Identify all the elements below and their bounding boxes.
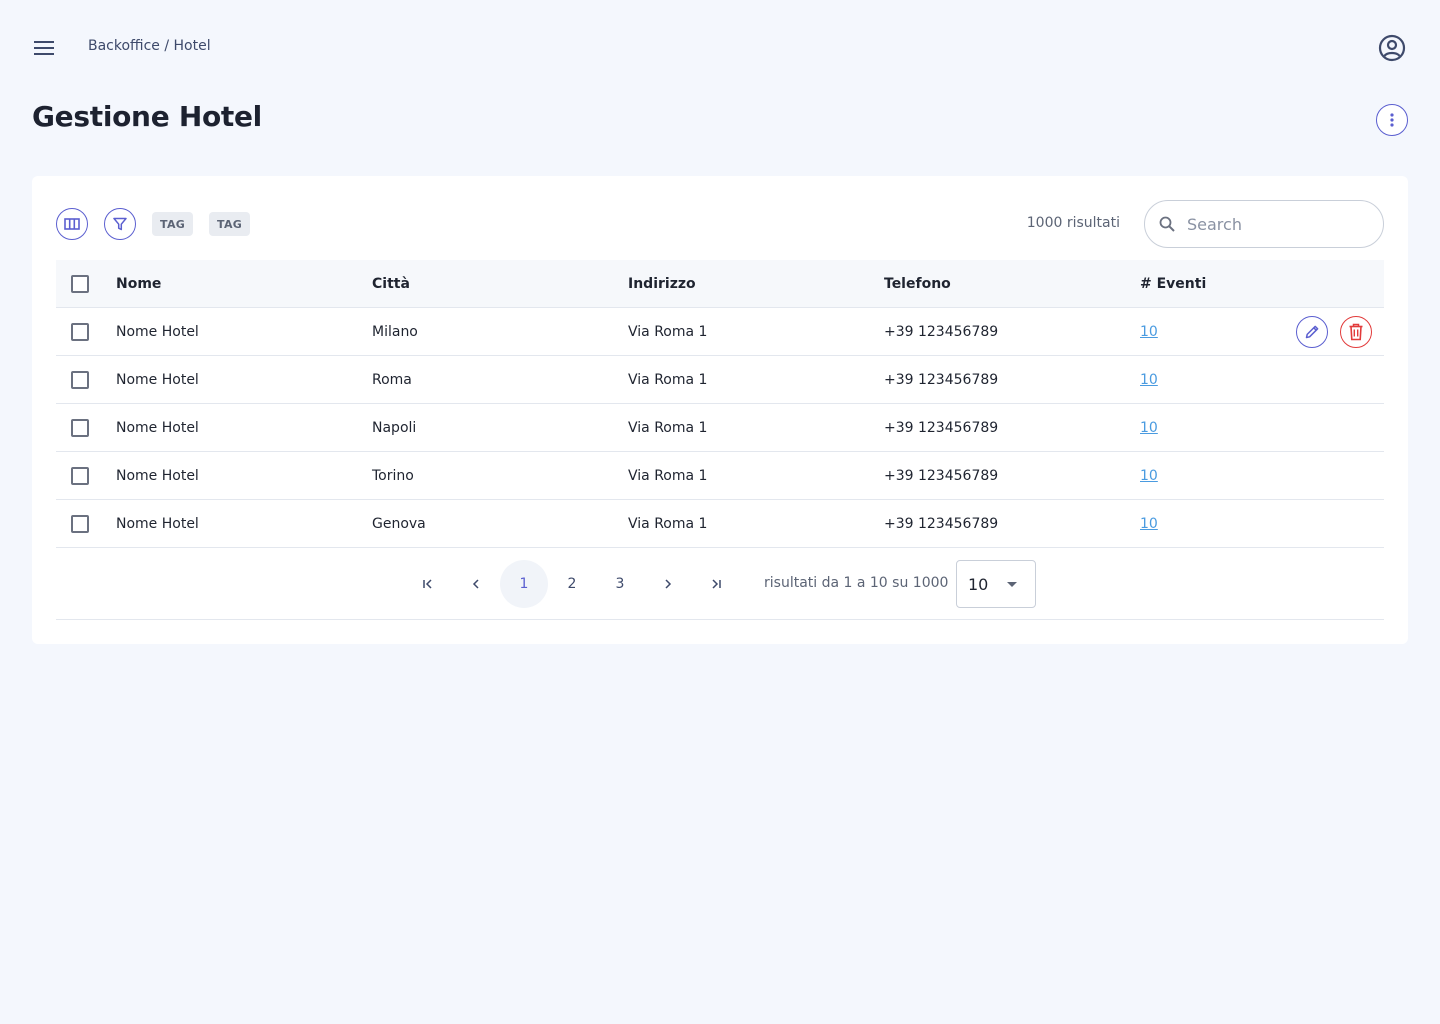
table-header: Nome Città Indirizzo Telefono # Eventi bbox=[56, 260, 1384, 308]
filter-button[interactable] bbox=[104, 208, 136, 240]
row-checkbox[interactable] bbox=[71, 419, 89, 437]
hotel-table: Nome Città Indirizzo Telefono # Eventi N… bbox=[56, 260, 1384, 548]
table-row[interactable]: Nome Hotel Roma Via Roma 1 +39 123456789… bbox=[56, 356, 1384, 404]
search-input[interactable] bbox=[1187, 214, 1357, 234]
more-vertical-icon bbox=[1390, 113, 1394, 127]
table-row[interactable]: Nome Hotel Torino Via Roma 1 +39 1234567… bbox=[56, 452, 1384, 500]
account-circle-icon bbox=[1378, 34, 1406, 62]
hotel-address: Via Roma 1 bbox=[628, 516, 708, 532]
menu-icon bbox=[34, 41, 54, 55]
caret-down-icon bbox=[1007, 582, 1017, 587]
hotel-address: Via Roma 1 bbox=[628, 372, 708, 388]
hotel-table-card: TAG TAG 1000 risultati Nome Città Indiri… bbox=[32, 176, 1408, 644]
hotel-city: Milano bbox=[372, 324, 418, 340]
hotel-city: Genova bbox=[372, 516, 426, 532]
hotel-address: Via Roma 1 bbox=[628, 324, 708, 340]
first-page-button[interactable] bbox=[404, 560, 452, 608]
more-options-button[interactable] bbox=[1376, 104, 1408, 136]
page-button-2[interactable]: 2 bbox=[548, 560, 596, 608]
search-icon bbox=[1159, 216, 1175, 232]
row-checkbox[interactable] bbox=[71, 323, 89, 341]
table-toolbar: TAG TAG 1000 risultati bbox=[56, 200, 1384, 248]
chevron-left-icon bbox=[472, 579, 479, 589]
row-checkbox[interactable] bbox=[71, 515, 89, 533]
page-button-3[interactable]: 3 bbox=[596, 560, 644, 608]
first-page-icon bbox=[423, 579, 432, 589]
account-button[interactable] bbox=[1376, 32, 1408, 64]
events-link[interactable]: 10 bbox=[1140, 324, 1158, 340]
table-row[interactable]: Nome Hotel Genova Via Roma 1 +39 1234567… bbox=[56, 500, 1384, 548]
hotel-city: Torino bbox=[372, 468, 414, 484]
filter-icon bbox=[113, 217, 127, 231]
tag-chip[interactable]: TAG bbox=[152, 212, 194, 236]
hotel-phone: +39 123456789 bbox=[884, 372, 999, 388]
column-header-eventi[interactable]: # Eventi bbox=[1140, 260, 1206, 308]
events-link[interactable]: 10 bbox=[1140, 468, 1158, 484]
hotel-phone: +39 123456789 bbox=[884, 516, 999, 532]
last-page-icon bbox=[712, 579, 721, 589]
row-checkbox[interactable] bbox=[71, 371, 89, 389]
hotel-name: Nome Hotel bbox=[116, 468, 199, 484]
events-link[interactable]: 10 bbox=[1140, 372, 1158, 388]
columns-icon bbox=[64, 218, 80, 230]
hotel-name: Nome Hotel bbox=[116, 516, 199, 532]
search-box[interactable] bbox=[1144, 200, 1384, 248]
chevron-right-icon bbox=[665, 579, 672, 589]
hotel-city: Roma bbox=[372, 372, 412, 388]
events-link[interactable]: 10 bbox=[1140, 516, 1158, 532]
previous-page-button[interactable] bbox=[452, 560, 500, 608]
next-page-button[interactable] bbox=[644, 560, 692, 608]
hotel-name: Nome Hotel bbox=[116, 420, 199, 436]
hotel-address: Via Roma 1 bbox=[628, 468, 708, 484]
hotel-city: Napoli bbox=[372, 420, 417, 436]
hotel-address: Via Roma 1 bbox=[628, 420, 708, 436]
column-header-indirizzo[interactable]: Indirizzo bbox=[628, 260, 696, 308]
pagination-info: risultati da 1 a 10 su 1000 bbox=[764, 575, 949, 591]
page-size-select[interactable]: 10 bbox=[956, 560, 1036, 608]
row-checkbox[interactable] bbox=[71, 467, 89, 485]
top-bar: Backoffice / Hotel bbox=[0, 0, 1440, 96]
edit-button[interactable] bbox=[1296, 316, 1328, 348]
events-link[interactable]: 10 bbox=[1140, 420, 1158, 436]
page-size-value: 10 bbox=[968, 574, 989, 594]
trash-icon bbox=[1349, 323, 1363, 341]
hotel-name: Nome Hotel bbox=[116, 372, 199, 388]
result-count: 1000 risultati bbox=[1026, 215, 1120, 231]
pencil-icon bbox=[1305, 325, 1319, 339]
page-title: Gestione Hotel bbox=[32, 100, 262, 133]
tag-chip[interactable]: TAG bbox=[209, 212, 251, 236]
columns-button[interactable] bbox=[56, 208, 88, 240]
column-header-telefono[interactable]: Telefono bbox=[884, 260, 951, 308]
hotel-name: Nome Hotel bbox=[116, 324, 199, 340]
breadcrumb[interactable]: Backoffice / Hotel bbox=[88, 38, 211, 54]
hotel-phone: +39 123456789 bbox=[884, 324, 999, 340]
select-all-checkbox[interactable] bbox=[71, 275, 89, 293]
pagination: 1 2 3 risultati da 1 a 10 su 1000 10 bbox=[56, 548, 1384, 620]
last-page-button[interactable] bbox=[692, 560, 740, 608]
menu-button[interactable] bbox=[30, 34, 58, 62]
column-header-nome[interactable]: Nome bbox=[116, 260, 161, 308]
hotel-phone: +39 123456789 bbox=[884, 420, 999, 436]
hotel-phone: +39 123456789 bbox=[884, 468, 999, 484]
page-button-1[interactable]: 1 bbox=[500, 560, 548, 608]
table-row[interactable]: Nome Hotel Napoli Via Roma 1 +39 1234567… bbox=[56, 404, 1384, 452]
column-header-citta[interactable]: Città bbox=[372, 260, 410, 308]
delete-button[interactable] bbox=[1340, 316, 1372, 348]
table-row[interactable]: Nome Hotel Milano Via Roma 1 +39 1234567… bbox=[56, 308, 1384, 356]
